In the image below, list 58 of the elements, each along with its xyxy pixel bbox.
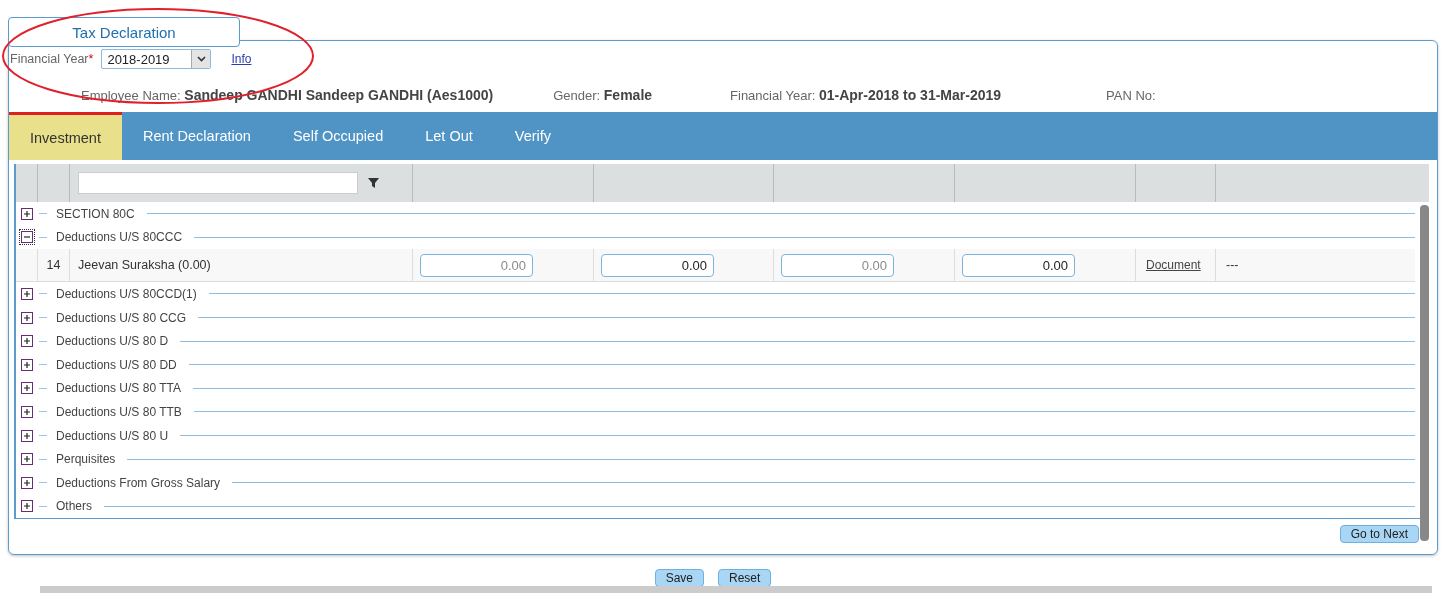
group-label: Deductions U/S 80 D (56, 334, 169, 349)
scrollbar[interactable] (40, 586, 1432, 593)
plus-icon (23, 431, 31, 440)
group-label: Perquisites (56, 452, 116, 467)
plus-icon (23, 384, 31, 393)
group-label: Deductions U/S 80 DD (56, 357, 177, 372)
employee-detail: Employee Name: Sandeep GANDHI Sandeep GANDHI (Aes1000) (81, 87, 494, 103)
reset-button[interactable]: Reset (718, 569, 772, 587)
plus-icon (23, 455, 31, 464)
plus-icon (23, 209, 31, 218)
expand-toggle[interactable] (21, 335, 33, 348)
group-label: Deductions U/S 80CCD(1) (56, 287, 197, 301)
item-name: Jeevan Suraksha (0.00) (70, 249, 413, 282)
employee-detail: PAN No: (1106, 87, 1156, 103)
group-label: SECTION 80C (56, 206, 135, 221)
save-button[interactable]: Save (654, 569, 704, 587)
expand-toggle[interactable] (21, 382, 33, 395)
expand-toggle[interactable] (21, 476, 33, 489)
group-label: Deductions From Gross Salary (56, 475, 221, 490)
plus-icon (23, 360, 31, 369)
collapse-toggle[interactable] (21, 231, 33, 244)
field-label: Financial Year* (10, 52, 94, 66)
amount-field[interactable]: 0.00 (601, 253, 714, 277)
plus-icon (23, 290, 31, 298)
document-link[interactable]: Document (1146, 258, 1201, 273)
row-number: 14 (38, 249, 70, 282)
group-label: Deductions U/S 80CCC (56, 230, 183, 245)
tab[interactable]: Investment (9, 112, 122, 160)
expand-toggle[interactable] (21, 311, 33, 324)
plus-icon (23, 337, 31, 346)
chevron-icon (196, 56, 206, 62)
group-label: Deductions U/S 80 TTB (56, 404, 182, 419)
plus-icon (23, 478, 31, 487)
expand-toggle[interactable] (21, 207, 33, 220)
expand-toggle[interactable] (21, 405, 33, 418)
expand-toggle[interactable] (21, 358, 33, 371)
group-label: Deductions U/S 80 TTA (56, 381, 181, 396)
filter-field[interactable] (78, 172, 358, 194)
amount-field[interactable]: 0.00 (962, 253, 1075, 277)
scrollbar[interactable] (1420, 205, 1429, 541)
info-link[interactable]: Info (231, 52, 252, 66)
plus-icon (23, 313, 31, 322)
year-select[interactable]: 2018-2019 (101, 49, 212, 69)
group-label: Deductions U/S 80 CCG (56, 310, 187, 325)
expand-toggle[interactable] (21, 500, 33, 513)
expand-toggle[interactable] (21, 453, 33, 466)
employee-detail: Gender: Female (553, 87, 653, 103)
employee-detail: Financial Year: 01-Apr-2018 to 31-Mar-2019 (730, 87, 1002, 103)
status-text: --- (1226, 258, 1239, 273)
group-label: Others (56, 499, 92, 514)
next-button[interactable]: Go to Next (1339, 525, 1419, 544)
group-label: Deductions U/S 80 U (56, 428, 169, 443)
page-tab[interactable]: Tax Declaration (8, 17, 240, 47)
filter-icon (368, 178, 379, 188)
expand-toggle[interactable] (21, 429, 33, 442)
expand-toggle[interactable] (21, 288, 33, 300)
plus-icon (23, 502, 31, 511)
plus-icon (23, 407, 31, 416)
